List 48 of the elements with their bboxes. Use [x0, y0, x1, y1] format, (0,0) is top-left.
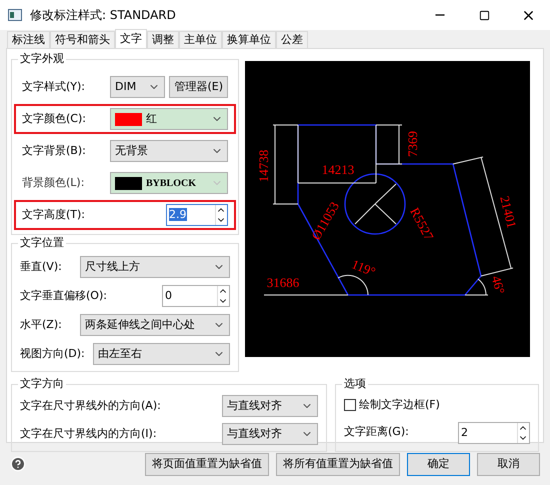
tab[interactable]: 文字 [115, 29, 147, 48]
dimension-label: 14213 [322, 162, 354, 177]
number-field[interactable]: 2 [458, 422, 530, 444]
number-field[interactable]: 2.9 [166, 204, 228, 226]
dialog-button[interactable]: 取消 [477, 452, 540, 476]
dialog-button[interactable]: 将页面值重置为缺省值 [145, 452, 269, 476]
dimension-label: 31686 [266, 275, 300, 290]
tab[interactable]: 主单位 [179, 31, 222, 48]
tab[interactable]: 符号和箭头 [50, 31, 115, 48]
dropdown[interactable]: 红 [110, 108, 228, 130]
dimension-label: 119° [350, 256, 378, 280]
field-label: 文字距离(G): [344, 424, 409, 440]
dialog-button[interactable]: 确定 [407, 452, 470, 476]
dimension-label: 21401 [497, 194, 520, 230]
checkbox-label: 绘制文字边框(F) [359, 397, 440, 413]
field-label: 文字在尺寸界线外的方向(A): [20, 398, 161, 414]
app-icon [8, 9, 22, 21]
dropdown[interactable]: DIM [110, 76, 166, 98]
checkbox[interactable] [344, 399, 356, 412]
dropdown[interactable]: 与直线对齐 [222, 395, 318, 417]
field-label: 背景颜色(L): [22, 174, 86, 191]
field-label: 文字颜色(C): [22, 110, 87, 127]
manager-button[interactable]: 管理器(E) [169, 76, 228, 98]
field-label: 文字样式(Y): [22, 78, 86, 95]
dropdown[interactable]: 与直线对齐 [222, 423, 318, 445]
number-field[interactable]: 0 [162, 285, 230, 307]
tab[interactable]: 调整 [147, 31, 179, 48]
help-icon[interactable] [10, 456, 26, 472]
dropdown[interactable]: 无背景 [110, 140, 228, 162]
tab[interactable]: 换算单位 [222, 31, 276, 48]
field-label: 文字垂直偏移(O): [20, 288, 107, 304]
field-label: 水平(Z): [20, 316, 63, 333]
dimension-label: 46° [488, 274, 508, 296]
dropdown[interactable]: 由左至右 [92, 343, 230, 365]
window-title: 修改标注样式: STANDARD [30, 7, 176, 24]
tab[interactable]: 公差 [276, 31, 308, 48]
dimension-label: 7369 [405, 131, 420, 157]
maximize-icon [478, 10, 490, 20]
field-label: 文字背景(B): [22, 142, 87, 159]
dialog-button[interactable]: 将所有值重置为缺省值 [276, 452, 400, 476]
dropdown[interactable]: 尺寸线上方 [80, 256, 230, 278]
tab[interactable]: 标注线 [7, 31, 50, 48]
field-label: 文字高度(T): [22, 206, 86, 223]
field-label: 视图方向(D): [20, 346, 85, 362]
dropdown[interactable]: 两条延伸线之间中心处 [80, 314, 230, 336]
dimension-label: 14738 [256, 150, 271, 182]
field-label: 垂直(V): [20, 258, 63, 275]
field-label: 文字在尺寸界线内的方向(I): [20, 426, 157, 442]
